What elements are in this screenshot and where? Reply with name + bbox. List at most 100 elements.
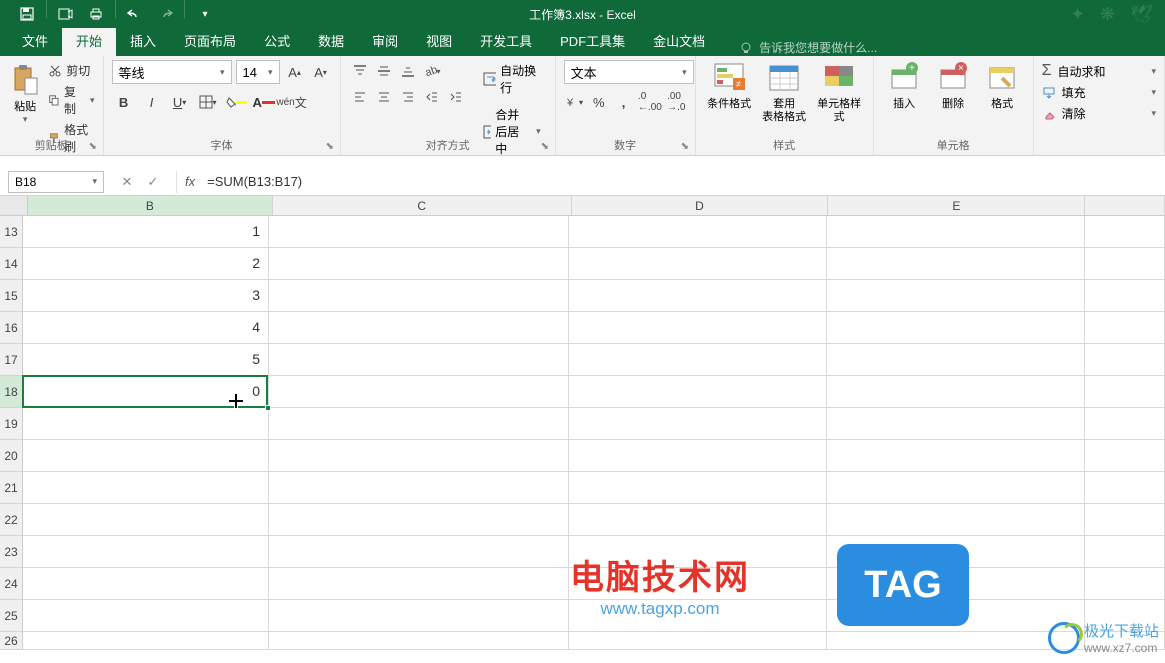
grow-font-button[interactable]: A▴ [284, 61, 306, 83]
accounting-format-button[interactable]: ¥▾ [564, 90, 585, 114]
xz7-logo-icon [1048, 622, 1080, 654]
tab-pdf[interactable]: PDF工具集 [546, 25, 639, 56]
fill-color-button[interactable] [224, 90, 248, 114]
row-header-15[interactable]: 15 [0, 280, 23, 312]
align-dialog-launcher[interactable]: ⬊ [541, 141, 551, 151]
tell-me-input[interactable]: 告诉我您想要做什么... [739, 39, 877, 56]
tab-jinshan[interactable]: 金山文档 [639, 25, 719, 56]
align-center-button[interactable] [373, 86, 395, 108]
select-all-corner[interactable] [0, 196, 28, 215]
row-header-14[interactable]: 14 [0, 248, 23, 280]
group-label-styles: 样式 [696, 137, 873, 153]
row-header-26[interactable]: 26 [0, 632, 23, 650]
align-middle-button[interactable] [373, 60, 395, 82]
copy-button[interactable]: 复制▾ [48, 81, 94, 119]
percent-button[interactable]: % [588, 90, 609, 114]
decrease-decimal-button[interactable]: .00→.0 [666, 90, 687, 114]
row-header-13[interactable]: 13 [0, 216, 23, 248]
delete-cells-button[interactable]: × 删除 [931, 60, 976, 137]
align-right-button[interactable] [397, 86, 419, 108]
cell-D13[interactable] [569, 216, 827, 248]
align-top-button[interactable] [349, 60, 371, 82]
group-editing: Σ自动求和▾ 填充▾ 清除▾ [1034, 56, 1165, 155]
increase-decimal-button[interactable]: .0←.00 [638, 90, 662, 114]
tab-file[interactable]: 文件 [8, 25, 62, 56]
decrease-indent-button[interactable] [421, 86, 443, 108]
bold-button[interactable]: B [112, 90, 136, 114]
tab-home[interactable]: 开始 [62, 25, 116, 56]
row-header-23[interactable]: 23 [0, 536, 23, 568]
redo-button[interactable] [150, 0, 180, 28]
phonetic-button[interactable]: wén文 [280, 90, 304, 114]
wrap-text-button[interactable]: 自动换行 [477, 60, 547, 98]
row-header-22[interactable]: 22 [0, 504, 23, 536]
tab-formula[interactable]: 公式 [250, 25, 304, 56]
fx-button[interactable]: fx [177, 174, 203, 189]
align-bottom-button[interactable] [397, 60, 419, 82]
font-dialog-launcher[interactable]: ⬊ [326, 141, 336, 151]
row-header-17[interactable]: 17 [0, 344, 23, 376]
clear-button[interactable]: 清除▾ [1042, 103, 1156, 124]
table-format-button[interactable]: 套用表格格式 [759, 60, 810, 137]
cell-B16[interactable]: 4 [23, 312, 269, 344]
cell-C13[interactable] [269, 216, 569, 248]
col-header-next[interactable] [1085, 196, 1165, 215]
fill-button[interactable]: 填充▾ [1042, 82, 1156, 103]
cell-styles-button[interactable]: 单元格样式 [814, 60, 865, 137]
quick-print-button[interactable] [81, 0, 111, 28]
orientation-button[interactable]: ab▾ [421, 60, 443, 82]
number-format-combo[interactable]: 文本▾ [564, 60, 694, 84]
group-number: 文本▾ ¥▾ % , .0←.00 .00→.0 数字 ⬊ [556, 56, 696, 155]
formula-input[interactable]: =SUM(B13:B17) [203, 174, 1165, 189]
row-header-21[interactable]: 21 [0, 472, 23, 504]
tab-insert[interactable]: 插入 [116, 25, 170, 56]
row-header-18[interactable]: 18 [0, 376, 23, 408]
increase-indent-button[interactable] [445, 86, 467, 108]
autosum-button[interactable]: Σ自动求和▾ [1042, 60, 1156, 82]
tab-layout[interactable]: 页面布局 [170, 25, 250, 56]
fill-handle[interactable] [265, 405, 271, 411]
italic-button[interactable]: I [140, 90, 164, 114]
name-box[interactable]: B18▾ [8, 171, 104, 193]
cell-B18[interactable]: 0 [23, 376, 269, 408]
row-header-19[interactable]: 19 [0, 408, 23, 440]
qat-customize-button[interactable]: ▾ [189, 0, 219, 28]
row-header-16[interactable]: 16 [0, 312, 23, 344]
col-header-B[interactable]: B [28, 196, 273, 215]
shrink-font-button[interactable]: A▾ [310, 61, 332, 83]
clipboard-dialog-launcher[interactable]: ⬊ [89, 141, 99, 151]
col-header-C[interactable]: C [273, 196, 572, 215]
row-header-24[interactable]: 24 [0, 568, 23, 600]
align-left-button[interactable] [349, 86, 371, 108]
tab-review[interactable]: 审阅 [358, 25, 412, 56]
border-button[interactable]: ▾ [196, 90, 220, 114]
cancel-edit-button[interactable]: ✕ [118, 173, 136, 191]
tab-data[interactable]: 数据 [304, 25, 358, 56]
tab-developer[interactable]: 开发工具 [466, 25, 546, 56]
email-button[interactable] [51, 0, 81, 28]
save-button[interactable] [12, 0, 42, 28]
paste-button[interactable]: 粘贴 ▾ [8, 60, 42, 137]
undo-button[interactable] [120, 0, 150, 28]
cell-B14[interactable]: 2 [23, 248, 269, 280]
font-color-button[interactable]: A [252, 90, 276, 114]
format-cells-button[interactable]: 格式 [980, 60, 1025, 137]
row-header-25[interactable]: 25 [0, 600, 23, 632]
confirm-edit-button[interactable]: ✓ [144, 173, 162, 191]
number-dialog-launcher[interactable]: ⬊ [681, 141, 691, 151]
conditional-format-button[interactable]: ≠ 条件格式 [704, 60, 755, 137]
col-header-D[interactable]: D [572, 196, 829, 215]
cell-E13[interactable] [827, 216, 1085, 248]
cell-B17[interactable]: 5 [23, 344, 269, 376]
insert-cells-button[interactable]: + 插入 [882, 60, 927, 137]
cell-B13[interactable]: 1 [23, 216, 269, 248]
comma-button[interactable]: , [613, 90, 634, 114]
col-header-E[interactable]: E [828, 196, 1085, 215]
row-header-20[interactable]: 20 [0, 440, 23, 472]
tab-view[interactable]: 视图 [412, 25, 466, 56]
cut-button[interactable]: 剪切 [48, 60, 94, 81]
cell-B15[interactable]: 3 [23, 280, 269, 312]
font-size-combo[interactable]: 14▾ [236, 60, 280, 84]
font-name-combo[interactable]: 等线▾ [112, 60, 232, 84]
underline-button[interactable]: U▾ [168, 90, 192, 114]
